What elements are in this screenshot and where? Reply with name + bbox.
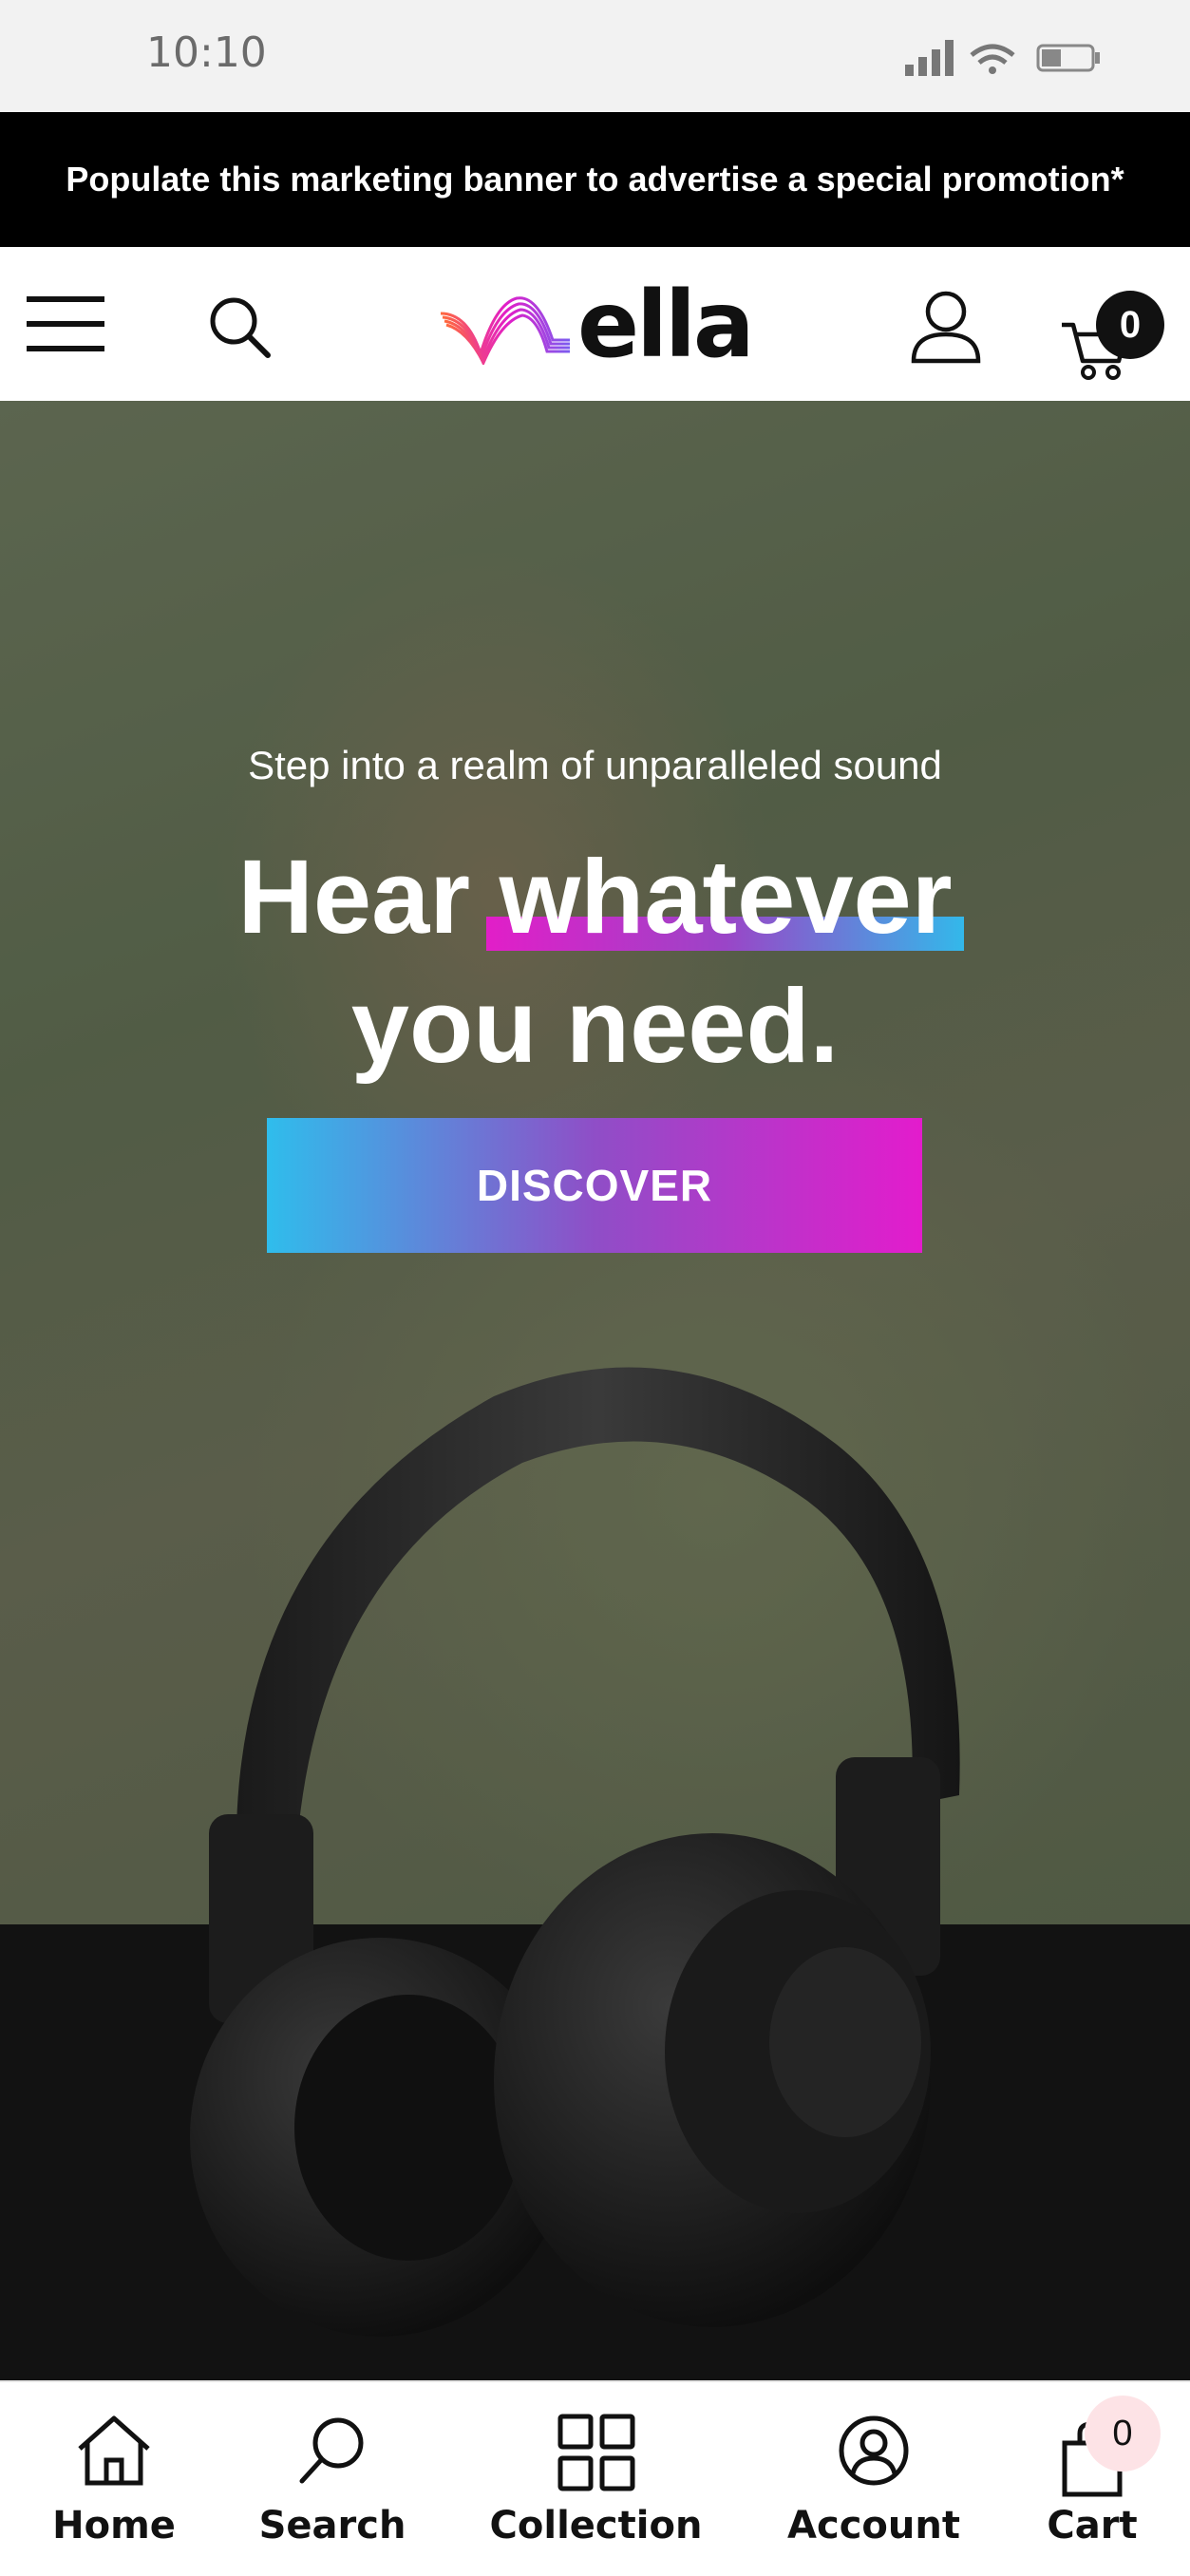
header-search-button[interactable] [207,294,274,361]
nav-cart-badge: 0 [1085,2396,1161,2472]
wifi-icon [970,44,1015,74]
hero-title-highlight: whatever [485,833,964,962]
headphones-image[interactable] [180,1358,1007,2365]
user-icon [911,291,981,364]
nav-search[interactable]: Search [237,2382,427,2576]
grid-icon [557,2414,634,2491]
status-icons [905,40,1100,76]
discover-button[interactable]: DISCOVER [267,1118,922,1253]
nav-cart[interactable]: 0 Cart [1007,2382,1178,2576]
hero-title: Hear whatever you need. [0,833,1190,1091]
status-bar: 10:10 [0,0,1190,112]
signal-icon [905,40,954,76]
account-icon [839,2415,909,2486]
ella-logo[interactable]: ella [439,272,755,378]
cart-count-badge: 0 [1096,291,1164,359]
hero-title-highlight-text: whatever [499,839,953,956]
nav-home[interactable]: Home [19,2382,209,2576]
site-header: ella 0 [0,247,1190,401]
header-account-button[interactable] [910,289,982,365]
nav-search-label: Search [258,2504,406,2548]
menu-button[interactable] [27,294,104,353]
bottom-navigation: Home Search Collection Account 0 Cart [0,2380,1190,2576]
nav-home-label: Home [52,2504,176,2548]
nav-collection-label: Collection [489,2504,703,2548]
search-icon [299,2417,364,2484]
soundwave-logo-icon [440,296,570,365]
status-time: 10:10 [146,28,267,77]
hero-subtitle: Step into a realm of unparalleled sound [248,743,942,787]
nav-collection[interactable]: Collection [480,2382,712,2576]
nav-cart-label: Cart [1047,2504,1138,2548]
hero-title-word: Hear [237,839,471,956]
search-icon [210,297,271,358]
header-cart-button[interactable]: 0 [1060,291,1164,380]
promo-text: Populate this marketing banner to advert… [66,160,1124,199]
promo-banner[interactable]: Populate this marketing banner to advert… [0,112,1190,247]
hero-title-line2: you need. [350,968,840,1085]
battery-icon [1036,44,1100,72]
home-icon [78,2415,150,2486]
logo-text: ella [577,272,755,378]
nav-account-label: Account [787,2504,960,2548]
hamburger-icon [27,296,104,351]
nav-account[interactable]: Account [769,2382,978,2576]
